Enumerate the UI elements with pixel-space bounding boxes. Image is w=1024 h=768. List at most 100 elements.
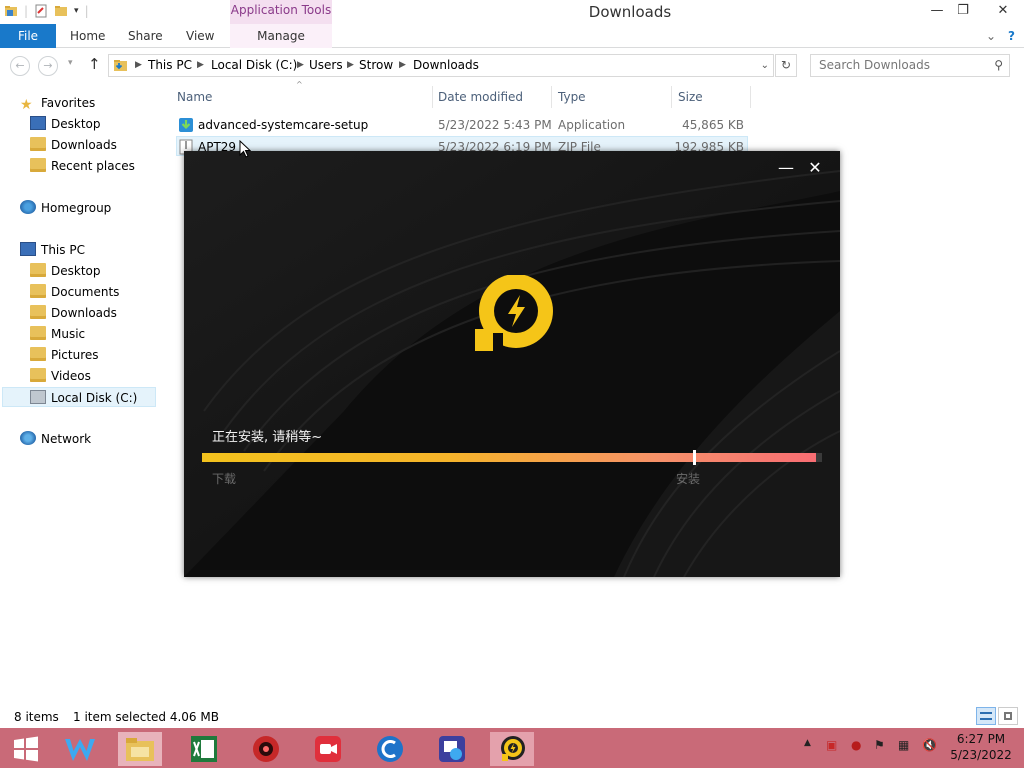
file-name: advanced-systemcare-setup: [198, 118, 369, 132]
volume-muted-icon[interactable]: 🔇: [922, 738, 937, 752]
breadcrumb-this-pc[interactable]: This PC: [148, 55, 192, 76]
action-center-flag-icon[interactable]: ⚑: [874, 738, 885, 752]
recent-places-icon: [30, 158, 46, 172]
column-header-type[interactable]: Type: [558, 88, 586, 106]
nav-pc-videos[interactable]: Videos: [30, 366, 91, 386]
nav-fav-downloads[interactable]: Downloads: [30, 135, 117, 155]
taskbar-recorder-app[interactable]: [306, 732, 350, 766]
installer-close-button[interactable]: ✕: [804, 157, 826, 179]
folder-icon: [30, 284, 46, 298]
help-icon[interactable]: ?: [1008, 24, 1015, 48]
security-tray-icon[interactable]: ●: [851, 738, 861, 752]
column-divider[interactable]: [671, 86, 672, 108]
explorer-titlebar: | ▾ | Application Tools Downloads — ❐ ✕: [0, 0, 1024, 24]
nav-pc-pictures[interactable]: Pictures: [30, 345, 99, 365]
large-icons-view-button[interactable]: [998, 707, 1018, 725]
column-divider[interactable]: [750, 86, 751, 108]
tab-home[interactable]: Home: [70, 24, 105, 48]
arrow-right-icon: →: [43, 59, 53, 72]
network-tray-icon[interactable]: ▦: [898, 738, 909, 752]
details-view-button[interactable]: [976, 707, 996, 725]
taskbar-ccleaner-app[interactable]: [368, 732, 412, 766]
file-row[interactable]: advanced-systemcare-setup 5/23/2022 5:43…: [176, 115, 748, 135]
nav-homegroup[interactable]: Homegroup: [20, 198, 111, 218]
nav-this-pc[interactable]: This PC: [20, 240, 85, 260]
breadcrumb-strow[interactable]: Strow: [359, 55, 393, 76]
nav-fav-desktop[interactable]: Desktop: [30, 114, 101, 134]
taskbar-image-app[interactable]: [430, 732, 474, 766]
file-date: 5/23/2022 5:43 PM: [438, 118, 552, 132]
tab-manage[interactable]: Manage: [230, 24, 332, 48]
search-icon[interactable]: ⚲: [994, 55, 1003, 76]
tab-view[interactable]: View: [186, 24, 214, 48]
column-header-name[interactable]: Name: [177, 88, 212, 106]
start-button[interactable]: [4, 732, 48, 766]
close-button[interactable]: ✕: [988, 0, 1018, 22]
installer-status-message: 正在安装, 请稍等~: [212, 430, 323, 445]
recorder-tray-icon[interactable]: ▣: [826, 738, 837, 752]
ribbon-expand-icon[interactable]: ⌄: [986, 24, 996, 48]
install-stage-marker: [693, 450, 696, 465]
taskbar-clock[interactable]: 6:27 PM 5/23/2022: [946, 731, 1016, 763]
forward-button[interactable]: →: [38, 56, 58, 76]
installer-minimize-button[interactable]: —: [775, 157, 797, 179]
taskbar-excel[interactable]: [182, 732, 226, 766]
column-header-size[interactable]: Size: [678, 88, 703, 106]
column-divider[interactable]: [432, 86, 433, 108]
taskbar-file-explorer[interactable]: [118, 732, 162, 766]
ribbon-tabs: File Home Share View Manage ⌄ ?: [0, 24, 1024, 48]
breadcrumb-separator-icon[interactable]: ▶: [297, 55, 304, 76]
status-selection: 1 item selected 4.06 MB: [73, 710, 219, 724]
folder-icon: [30, 326, 46, 340]
nav-pc-documents[interactable]: Documents: [30, 282, 119, 302]
stage-label-install: 安装: [676, 472, 701, 486]
folder-icon: [30, 305, 46, 319]
tab-share[interactable]: Share: [128, 24, 163, 48]
tab-file[interactable]: File: [0, 24, 56, 48]
column-divider[interactable]: [551, 86, 552, 108]
install-progress-bar: [202, 450, 822, 465]
clock-time: 6:27 PM: [956, 732, 1006, 746]
nav-fav-recent[interactable]: Recent places: [30, 156, 135, 176]
breadcrumb-separator-icon[interactable]: ▶: [197, 55, 204, 76]
nav-favorites[interactable]: ★ Favorites: [20, 93, 95, 113]
window-title: Downloads: [588, 3, 672, 21]
desktop-icon: [30, 116, 46, 130]
status-bar: 8 items 1 item selected 4.06 MB: [0, 706, 1024, 728]
breadcrumb-separator-icon[interactable]: ▶: [135, 55, 142, 76]
details-view-icon: [980, 712, 992, 720]
maximize-button[interactable]: ❐: [950, 0, 976, 22]
refresh-button[interactable]: ↻: [775, 54, 797, 77]
search-input[interactable]: Search Downloads ⚲: [810, 54, 1010, 77]
video-recorder-icon: [315, 736, 341, 762]
nav-pc-local-disk[interactable]: Local Disk (C:): [2, 387, 156, 407]
breadcrumb-local-disk[interactable]: Local Disk (C:): [211, 55, 297, 76]
breadcrumb-users[interactable]: Users: [309, 55, 343, 76]
downloads-folder-icon: [114, 60, 127, 71]
breadcrumb-downloads[interactable]: Downloads: [413, 55, 479, 76]
column-header-date[interactable]: Date modified: [438, 88, 523, 106]
breadcrumb-separator-icon[interactable]: ▶: [347, 55, 354, 76]
taskbar-wise-care-app[interactable]: [58, 732, 102, 766]
minimize-button[interactable]: —: [924, 0, 950, 22]
address-dropdown-icon[interactable]: ⌄: [761, 55, 769, 76]
installer-background: [184, 151, 840, 577]
show-hidden-icons-icon[interactable]: ▲: [804, 738, 811, 748]
star-icon: ★: [20, 97, 33, 113]
back-button[interactable]: ←: [10, 56, 30, 76]
address-bar[interactable]: ▶ This PC ▶ Local Disk (C:) ▶ Users ▶ St…: [108, 54, 774, 77]
folder-icon: [30, 347, 46, 361]
recent-locations-icon[interactable]: ▾: [68, 58, 73, 68]
nav-pc-downloads[interactable]: Downloads: [30, 303, 117, 323]
nav-network[interactable]: Network: [20, 429, 91, 449]
breadcrumb-separator-icon[interactable]: ▶: [399, 55, 406, 76]
nav-pc-desktop[interactable]: Desktop: [30, 261, 101, 281]
arrow-left-icon: ←: [15, 59, 25, 72]
up-arrow-icon[interactable]: ↑: [88, 55, 101, 73]
mouse-cursor-icon: [239, 140, 251, 158]
setup-application-icon: [179, 118, 193, 132]
clock-date: 5/23/2022: [950, 748, 1012, 762]
nav-pc-music[interactable]: Music: [30, 324, 85, 344]
taskbar-ldplayer-installer[interactable]: [490, 732, 534, 766]
taskbar-security-app[interactable]: [244, 732, 288, 766]
